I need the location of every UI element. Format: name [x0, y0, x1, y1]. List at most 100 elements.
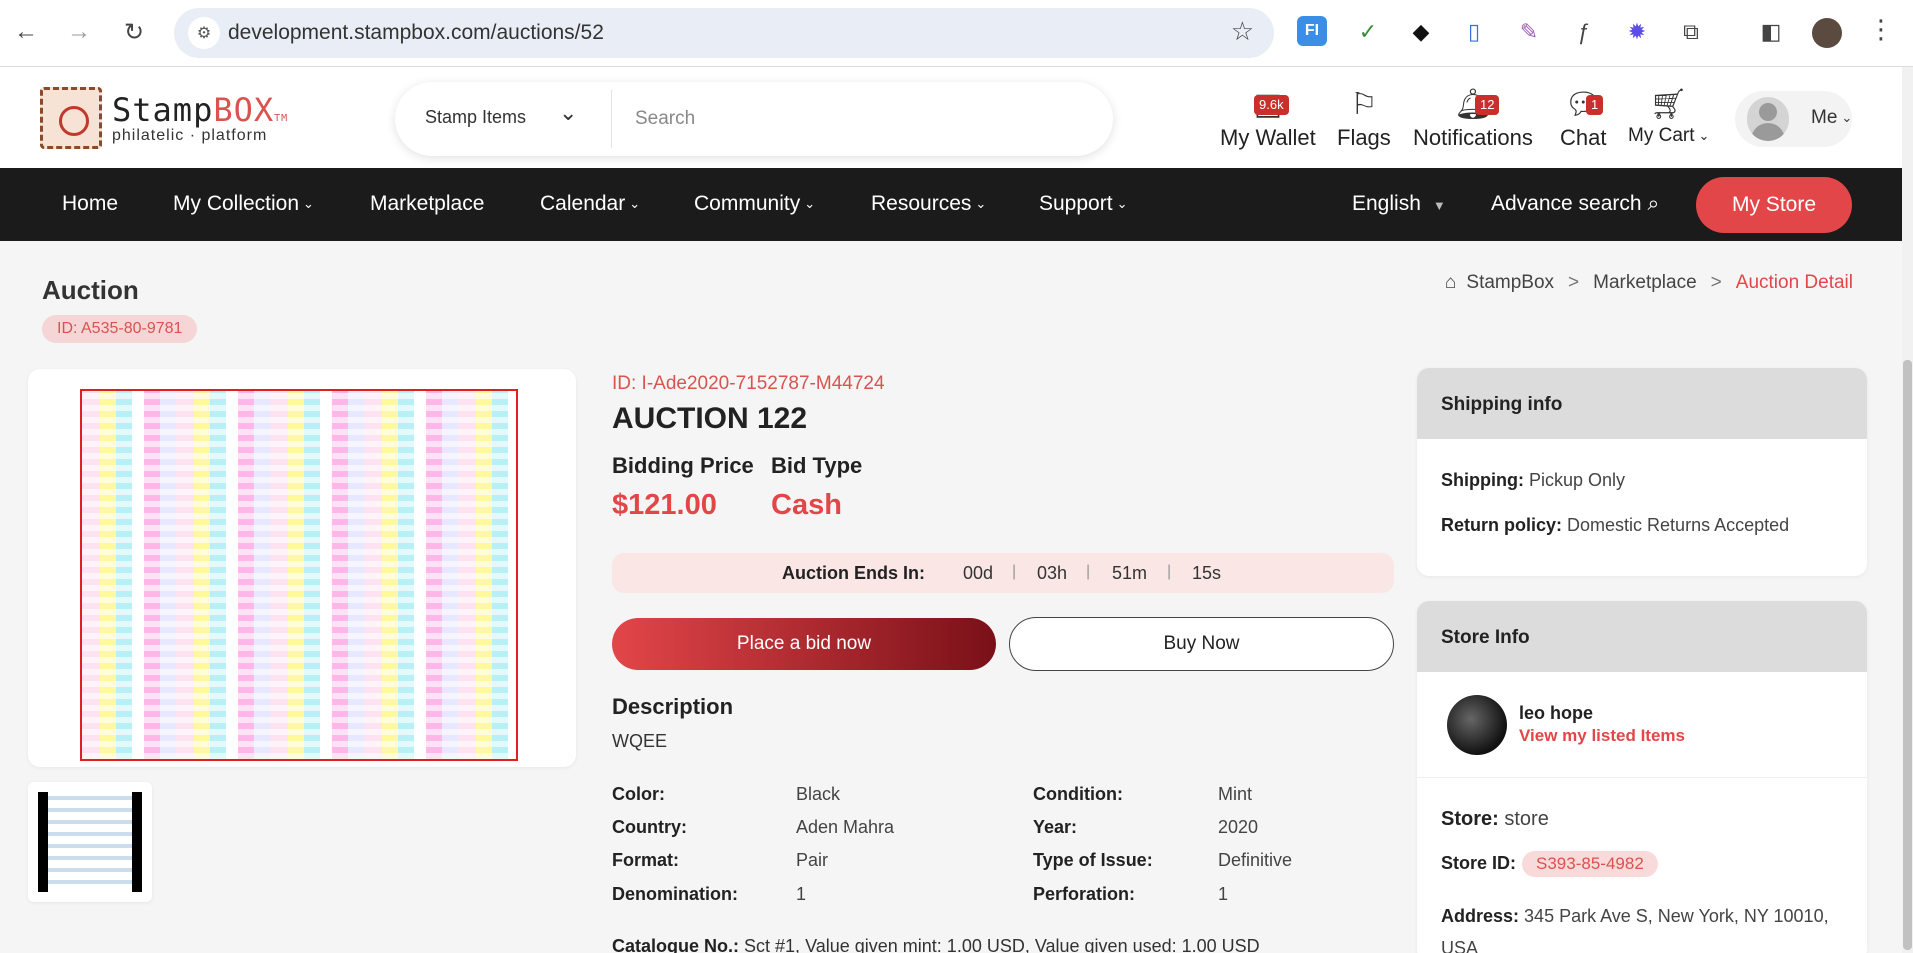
spec-denomination-value: 1 — [796, 884, 807, 904]
avatar — [1747, 97, 1789, 141]
nav-resources-label: Resources — [871, 192, 972, 215]
user-menu-label: Me ⌄ — [1811, 107, 1852, 129]
bidding-price-label: Bidding Price — [612, 453, 754, 478]
spec-color-value: Black — [796, 784, 841, 804]
spec-perforation-label: Perforation: — [1033, 884, 1136, 904]
my-store-button[interactable]: My Store — [1696, 177, 1852, 233]
notifications-button[interactable]: 🔔︎ 12 Notifications — [1413, 87, 1533, 151]
reload-icon[interactable]: ↻ — [116, 14, 152, 50]
breadcrumb: ⌂ StampBox > Marketplace > Auction Detai… — [1445, 272, 1853, 294]
thumbnail[interactable] — [28, 782, 152, 902]
nav-community-label: Community — [694, 192, 801, 215]
nav-resources[interactable]: Resources ⌄ — [871, 192, 986, 216]
language-select[interactable]: English ▼ — [1352, 192, 1446, 216]
nav-marketplace[interactable]: Marketplace — [370, 192, 484, 216]
buy-now-button[interactable]: Buy Now — [1009, 617, 1394, 671]
my-cart-button[interactable]: 🛒︎ My Cart ⌄ — [1628, 87, 1709, 147]
cart-icon: 🛒︎ — [1649, 88, 1688, 121]
browser-profile-avatar[interactable] — [1812, 18, 1842, 48]
main-nav: Home My Collection ⌄ Marketplace Calendar… — [0, 168, 1913, 241]
address-row: Address: 345 Park Ave S, New York, NY 10… — [1441, 900, 1829, 953]
bid-type-value: Cash — [771, 489, 842, 521]
timer-label: Auction Ends In: — [782, 563, 925, 583]
chevron-down-icon[interactable]: ⌄ — [559, 100, 577, 126]
forward-icon[interactable]: → — [61, 14, 97, 50]
home-icon: ⌂ — [1444, 272, 1457, 293]
extension-fi-icon[interactable]: FI — [1297, 16, 1327, 46]
store-info-card: Store Info leo hope View my listed Items… — [1417, 601, 1867, 953]
store-label: Store: — [1441, 808, 1499, 830]
nav-calendar[interactable]: Calendar ⌄ — [540, 192, 640, 216]
stamp-sheet-image[interactable] — [80, 389, 518, 761]
search-icon: ⌕ — [1647, 192, 1660, 215]
url-text[interactable]: development.stampbox.com/auctions/52 — [228, 21, 604, 45]
nav-my-collection[interactable]: My Collection ⌄ — [173, 192, 314, 216]
place-bid-button[interactable]: Place a bid now — [612, 618, 996, 670]
breadcrumb-home[interactable]: StampBox — [1466, 272, 1554, 294]
store-info-heading: Store Info — [1417, 601, 1867, 672]
spec-country-label: Country: — [612, 817, 687, 837]
browser-menu-icon[interactable]: ⋮ — [1868, 14, 1894, 45]
nav-home[interactable]: Home — [62, 192, 118, 216]
flags-button[interactable]: ⚐ Flags — [1337, 87, 1391, 151]
shipping-row: Shipping: Pickup Only — [1441, 470, 1625, 491]
search-input[interactable] — [635, 100, 1075, 138]
divider — [1417, 777, 1867, 778]
spec-issue-value: Definitive — [1218, 850, 1293, 870]
shipping-info-heading: Shipping info — [1417, 368, 1867, 439]
side-panel-icon[interactable]: ◧ — [1755, 16, 1787, 48]
site-info-icon[interactable]: ⚙ — [188, 17, 220, 49]
chevron-down-icon: ⌄ — [975, 196, 987, 212]
notifications-label: Notifications — [1413, 125, 1533, 150]
store-value: store — [1504, 808, 1549, 830]
auction-id-badge: ID: A535-80-9781 — [42, 315, 198, 343]
avatar[interactable] — [1447, 695, 1507, 755]
flag-icon: ⚐ — [1350, 88, 1378, 121]
main-image-card — [28, 369, 576, 767]
view-listed-items-link[interactable]: View my listed Items — [1519, 726, 1685, 746]
extension-sparkle-icon[interactable]: ✹ — [1621, 16, 1653, 48]
back-icon[interactable]: ← — [8, 14, 44, 50]
search-category-select[interactable]: Stamp Items — [425, 107, 526, 128]
chat-button[interactable]: 💬︎ 1 Chat — [1560, 87, 1606, 151]
nav-my-collection-label: My Collection — [173, 192, 300, 215]
wallet-label: My Wallet — [1220, 125, 1316, 150]
store-id-row: Store ID: S393-85-4982 — [1441, 851, 1658, 877]
bell-icon: 🔔︎ — [1453, 88, 1492, 121]
address-bar[interactable]: ⚙ development.stampbox.com/auctions/52 ☆ — [174, 8, 1274, 58]
return-policy-row: Return policy: Domestic Returns Accepted — [1441, 515, 1789, 536]
shipping-info-card: Shipping info Shipping: Pickup Only Retu… — [1417, 368, 1867, 576]
spec-year-value: 2020 — [1218, 817, 1259, 837]
advance-search-link[interactable]: Advance search ⌕ — [1491, 192, 1659, 216]
my-wallet-button[interactable]: ▣ 9.6k My Wallet — [1220, 87, 1316, 151]
chevron-down-icon: ⌄ — [804, 196, 816, 212]
extension-spellcheck-icon[interactable]: ✓ — [1352, 16, 1384, 48]
spec-color-label: Color: — [612, 784, 665, 804]
extension-device-icon[interactable]: ▯ — [1458, 16, 1490, 48]
spec-denomination-label: Denomination: — [612, 884, 738, 904]
return-policy-value: Domestic Returns Accepted — [1567, 515, 1790, 535]
shipping-label: Shipping: — [1441, 470, 1524, 490]
extension-pen-icon[interactable]: ✎ — [1513, 16, 1545, 48]
extension-formula-icon[interactable]: ƒ — [1567, 16, 1599, 48]
item-id: ID: I-Ade2020-7152787-M44724 — [612, 373, 885, 394]
user-menu[interactable]: Me ⌄ — [1735, 91, 1852, 147]
nav-community[interactable]: Community ⌄ — [694, 192, 815, 216]
thumbnail-image — [38, 792, 142, 892]
bookmark-star-icon[interactable]: ☆ — [1231, 16, 1254, 47]
extension-bird-icon[interactable]: ◆ — [1405, 16, 1437, 48]
chevron-down-icon: ⌄ — [303, 196, 314, 212]
extensions-puzzle-icon[interactable]: ⧉ — [1675, 16, 1707, 48]
cart-label: My Cart ⌄ — [1628, 125, 1709, 147]
bid-type-label: Bid Type — [771, 453, 863, 478]
spec-country-value: Aden Mahra — [796, 817, 895, 837]
chat-badge: 1 — [1586, 95, 1604, 115]
breadcrumb-marketplace[interactable]: Marketplace — [1593, 272, 1697, 294]
logo-name-stamp: Stamp — [112, 91, 214, 129]
logo-stamp-icon — [40, 87, 102, 149]
store-id-label: Store ID: — [1441, 853, 1517, 873]
stampbox-logo[interactable]: StampBOXTM philatelic · platform — [40, 87, 288, 149]
nav-support[interactable]: Support ⌄ — [1039, 192, 1127, 216]
scrollbar-thumb[interactable] — [1903, 360, 1912, 950]
seller-name: leo hope — [1519, 703, 1594, 723]
